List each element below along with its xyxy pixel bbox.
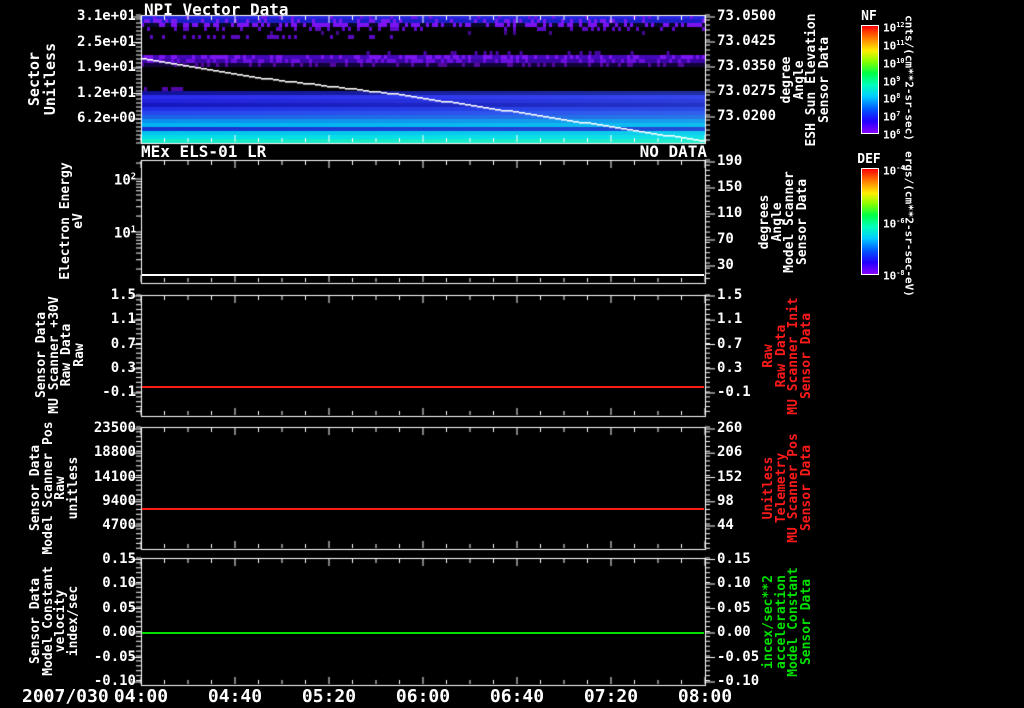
- colorbar-tick-label: 10-4: [883, 164, 905, 178]
- colorbar-tick-label: 1012: [883, 21, 905, 35]
- time-label: 05:20: [301, 686, 357, 707]
- time-label: 04:00: [113, 686, 169, 707]
- left-tick-label: 3.1e+01: [76, 8, 136, 24]
- mu-scanner-30v-right-axis-label: Raw Raw Data MU Scanner Init Sensor Data: [761, 297, 814, 415]
- right-tick-label: 190: [717, 153, 743, 169]
- mex-els-01-lr-baseline: [142, 274, 704, 276]
- panel-model-scanner-pos: [141, 427, 705, 549]
- def-colorbar: [861, 168, 879, 275]
- model-scanner-pos-data-line: [142, 508, 704, 510]
- left-tick-label: 101: [113, 225, 136, 242]
- time-label: 04:40: [207, 686, 263, 707]
- colorbar-tick-label: 109: [883, 74, 901, 89]
- plot-screen: NPI Vector Data MEx ELS-01 LR NO DATA NF…: [0, 0, 1024, 708]
- time-label: 07:20: [583, 686, 639, 707]
- colorbar-tick-label: 106: [883, 128, 901, 142]
- mex-els-01-lr-right-axis-label: degrees Angle Model Scanner Sensor Data: [757, 171, 810, 273]
- colorbar-tick-label: 107: [883, 110, 901, 124]
- left-tick-label: 102: [113, 172, 136, 189]
- nf-colorbar: [861, 25, 879, 134]
- model-constant-velocity-right-axis-label: incex/sec**2 acceleration Model Constant…: [761, 567, 814, 677]
- npi-vector-data-right-axis-label: degree Angle ESH Sun Elevation Sensor Da…: [779, 13, 832, 147]
- panel-mex-els-01-lr: [141, 160, 705, 283]
- time-label: 06:00: [395, 686, 451, 707]
- model-constant-velocity-data-line: [142, 632, 704, 634]
- nf-colorbar-title: NF: [861, 9, 877, 24]
- panel1-title: NPI Vector Data: [144, 0, 289, 19]
- npi-vector-data-left-axis-label: Sector Unitless: [25, 42, 59, 116]
- panel-npi-vector-data: [141, 15, 705, 143]
- colorbar-tick-label: 108: [883, 92, 901, 106]
- colorbar-tick-label: 10-8: [883, 269, 905, 283]
- time-label: 06:40: [489, 686, 545, 707]
- panel2-title: MEx ELS-01 LR: [141, 142, 267, 161]
- model-constant-velocity-left-axis-label: Sensor Data Model Constant velocity inde…: [28, 566, 81, 676]
- colorbar-tick-label: 1010: [883, 56, 905, 71]
- colorbar-tick-label: 10-6: [883, 216, 905, 231]
- def-colorbar-title: DEF: [857, 152, 881, 167]
- time-label: 08:00: [677, 686, 733, 707]
- right-tick-label: 0.15: [717, 550, 751, 567]
- no-data-label: NO DATA: [639, 142, 707, 161]
- panel-mu-scanner-30v: [141, 295, 705, 416]
- mex-els-01-lr-left-axis-label: Electron Energy eV: [58, 162, 86, 280]
- colorbar-tick-label: 1011: [883, 38, 905, 53]
- mu-scanner-30v-left-axis-label: Sensor Data MU Scanner +30V Raw Data Raw: [34, 296, 87, 414]
- model-scanner-pos-left-axis-label: Sensor Data Model Scanner Pos Raw unitle…: [28, 421, 81, 555]
- mu-scanner-30v-data-line: [142, 386, 704, 388]
- panel2-title-row: MEx ELS-01 LR NO DATA: [141, 142, 707, 161]
- panel-model-constant-velocity: [141, 558, 705, 685]
- date-label: 2007/030: [22, 686, 109, 707]
- model-scanner-pos-right-axis-label: Unitless Telemetry MU Scanner Pos Sensor…: [761, 433, 814, 543]
